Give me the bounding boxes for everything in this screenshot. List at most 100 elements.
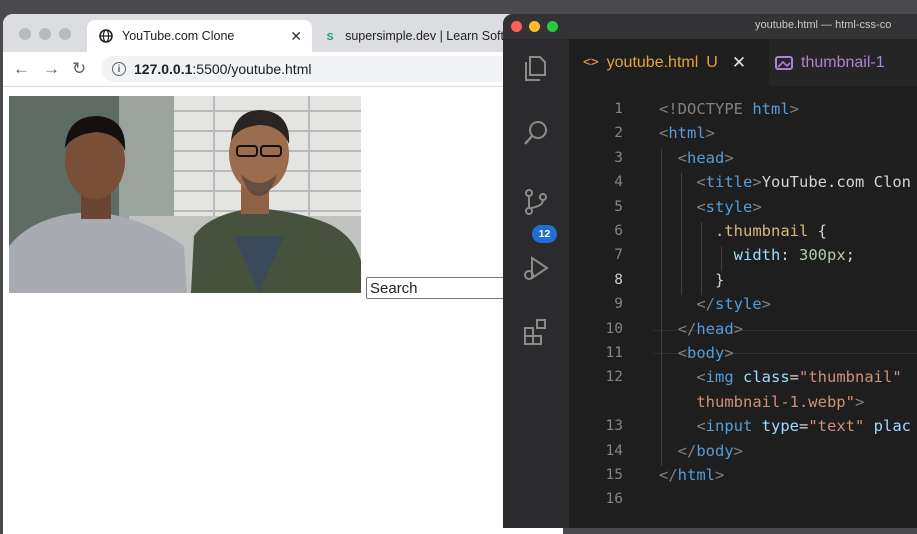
line-number: 2 [614,125,623,142]
code-token: > [705,124,716,143]
editor-close-button[interactable] [511,21,522,32]
reload-icon[interactable]: ↻ [72,59,86,79]
code-line: <html> [659,124,715,142]
code-token: < [696,417,706,436]
code-token: > [724,148,734,167]
code-line: </style> [659,295,771,313]
code-token: <!DOCTYPE [659,100,753,118]
code-token: YouTube.com Clon [761,173,911,192]
editor-window-title: youtube.html — html-css-co [755,19,892,31]
code-line: thumbnail-1.webp"> [659,393,864,411]
code-token: < [696,173,706,192]
code-token: input [705,417,762,436]
code-line: </body> [659,442,743,460]
editor-tab-youtube-html[interactable]: <> youtube.html U ✕ [569,39,769,86]
code-token: < [659,124,669,143]
code-line: <style> [659,197,762,216]
editor-tab-filename: youtube.html [606,53,699,71]
minimize-window-button[interactable] [39,28,51,40]
close-window-button[interactable] [19,28,31,40]
code-token: > [752,197,762,216]
code-token: < [677,344,688,362]
line-number: 16 [605,491,623,508]
line-number: 1 [614,101,623,117]
explorer-files-icon[interactable] [521,53,551,83]
supersimple-favicon-icon: S [327,32,334,43]
line-number: 10 [605,320,623,337]
code-token: 300px [799,246,846,265]
run-debug-icon[interactable] [521,253,551,283]
site-info-icon[interactable]: i [112,62,126,76]
browser-tab-strip: YouTube.com Clone ✕ S supersimple.dev | … [3,14,563,52]
activity-bar: 12 [503,39,569,528]
extensions-icon[interactable] [521,317,551,347]
code-token: > [733,319,744,338]
code-token: { [817,222,827,240]
maximize-window-button[interactable] [59,28,71,40]
code-token: > [761,295,772,314]
code-token: } [715,270,725,289]
code-token: </ [677,319,697,338]
close-tab-icon[interactable]: ✕ [732,53,746,73]
forward-arrow-icon[interactable]: → [43,59,60,79]
code-token: body [687,344,725,362]
source-control-badge: 12 [532,225,557,243]
code-token: style [715,295,762,314]
editor-tab-thumbnail[interactable]: thumbnail-1 [775,39,917,86]
browser-tab-supersimple[interactable]: S supersimple.dev | Learn Softw [313,20,513,52]
code-token: > [789,100,799,118]
back-arrow-icon[interactable]: ← [13,59,30,79]
untracked-status-badge: U [706,53,718,71]
address-bar[interactable]: i 127.0.0.1:5500/youtube.html [101,56,563,82]
code-token: title [705,173,753,192]
code-line: <body> [659,344,734,362]
line-number: 9 [614,296,623,313]
code-token: plac [864,417,912,436]
line-number: 8 [614,271,623,288]
code-line: .thumbnail { [659,222,827,240]
browser-toolbar: ← → ↻ i 127.0.0.1:5500/youtube.html [3,52,563,87]
code-token: < [696,197,706,216]
code-token: " [845,392,855,411]
search-icon[interactable] [521,118,551,148]
code-token: .thumbnail [715,222,818,240]
video-thumbnail-image [9,96,361,293]
source-control-icon[interactable] [521,187,551,217]
editor-tab-filename: thumbnail-1 [801,53,885,71]
editor-maximize-button[interactable] [547,21,558,32]
line-number: 12 [605,369,623,386]
code-line: </head> [659,320,743,338]
search-input[interactable] [366,277,526,299]
close-tab-icon[interactable]: ✕ [290,28,302,45]
browser-tab-youtube-clone[interactable]: YouTube.com Clone ✕ [87,20,312,52]
code-token: html [677,466,715,484]
code-line: <title>YouTube.com Clon [659,173,911,191]
address-url: 127.0.0.1:5500/youtube.html [134,61,311,77]
code-token: > [724,344,734,362]
code-token: width [733,246,781,265]
code-token: head [696,319,734,338]
code-line: } [659,271,724,289]
code-line: <img class="thumbnail" [659,368,902,387]
line-number: 5 [614,198,623,215]
line-number: 14 [605,442,623,459]
code-line: width: 300px; [659,246,855,264]
code-token: "text" [808,417,865,436]
svg-text:S: S [327,32,334,43]
code-token: < [696,368,706,387]
code-token: html [752,100,790,118]
line-number: 3 [614,149,623,166]
code-editor-area[interactable]: 1 <!DOCTYPE html> 2 <html> 3 <head> 4 <title>… [569,86,917,528]
editor-minimize-button[interactable] [529,21,540,32]
code-token: "thumbnail" [799,368,902,387]
